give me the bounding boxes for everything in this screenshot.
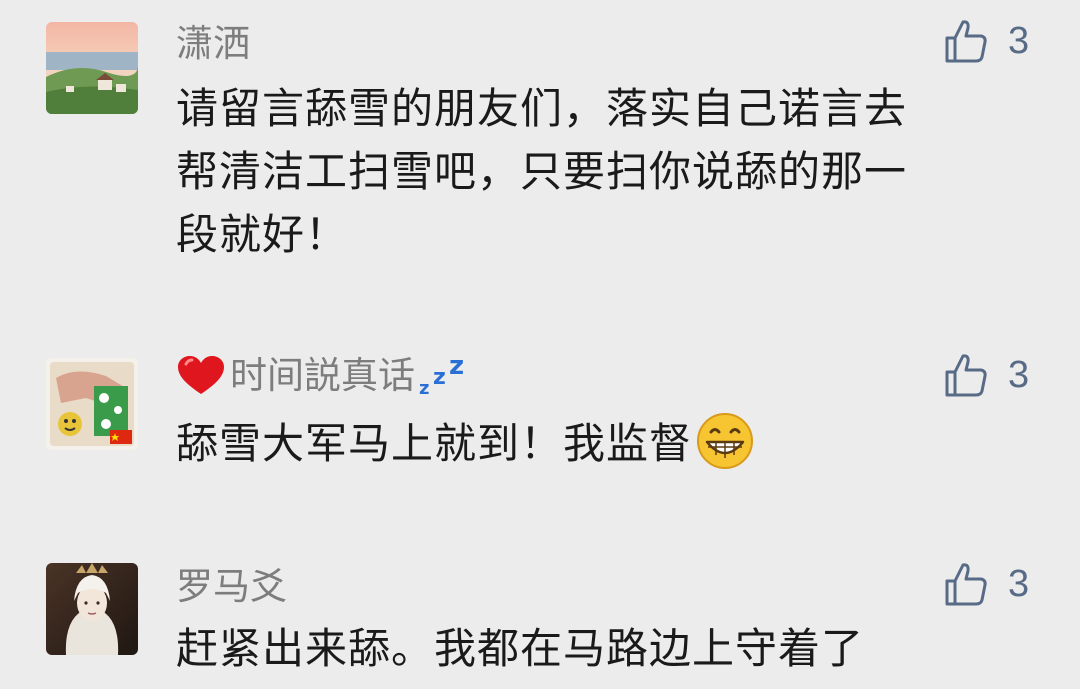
character-avatar-image	[46, 563, 138, 655]
like-count: 3	[1008, 562, 1030, 605]
comment-line: 赶紧出来舔。我都在马路边上守着了	[176, 624, 865, 673]
like-button[interactable]: 3	[944, 18, 1029, 64]
zzz-icon: z z z	[419, 354, 464, 398]
commenter-name[interactable]: 罗马爻	[176, 565, 287, 609]
comment-text: 舔雪大军马上就到！我监督	[176, 412, 1016, 475]
thumbs-up-icon	[945, 354, 987, 397]
comment-text: 请留言舔雪的朋友们，落实自己诺言去 帮清洁工扫雪吧，只要扫你说舔的那一 段就好！	[176, 77, 1016, 266]
thumbs-up-icon	[945, 563, 987, 606]
like-button[interactable]: 3	[944, 561, 1029, 607]
landscape-avatar-image	[46, 22, 138, 114]
comment-item: 时间説真话 z z z 3 舔雪大军马上就到！我监督	[0, 340, 1080, 530]
comment-text: 赶紧出来舔。我都在马路边上守着了	[176, 617, 1016, 680]
avatar[interactable]	[46, 563, 138, 655]
avatar[interactable]	[46, 22, 138, 114]
grinning-face-icon	[697, 413, 754, 469]
commenter-name[interactable]: 潇洒	[176, 22, 250, 66]
cartoon-avatar-image	[46, 358, 138, 450]
comment-line: 帮清洁工扫雪吧，只要扫你说舔的那一	[176, 147, 908, 196]
commenter-name[interactable]: 时间説真话	[230, 354, 415, 398]
comment-line: 舔雪大军马上就到！我监督	[176, 419, 693, 468]
red-heart-icon	[178, 356, 224, 394]
comment-item: 潇洒 3 请留言舔雪的朋友们，落实自己诺言去 帮清洁工扫雪吧，只要扫你说舔的那一…	[0, 0, 1080, 300]
avatar[interactable]	[46, 358, 138, 450]
svg-text:z: z	[449, 354, 464, 381]
comment-item: 罗马爻 3 赶紧出来舔。我都在马路边上守着了	[0, 545, 1080, 689]
commenter-name-row: 时间説真话 z z z	[176, 354, 469, 398]
like-count: 3	[1008, 19, 1030, 62]
like-count: 3	[1008, 353, 1030, 396]
svg-text:z: z	[433, 365, 446, 390]
comment-line: 段就好！	[176, 210, 349, 259]
like-button[interactable]: 3	[944, 352, 1029, 398]
svg-text:z: z	[419, 378, 429, 398]
comment-line: 请留言舔雪的朋友们，落实自己诺言去	[176, 84, 908, 133]
thumbs-up-icon	[945, 20, 987, 63]
